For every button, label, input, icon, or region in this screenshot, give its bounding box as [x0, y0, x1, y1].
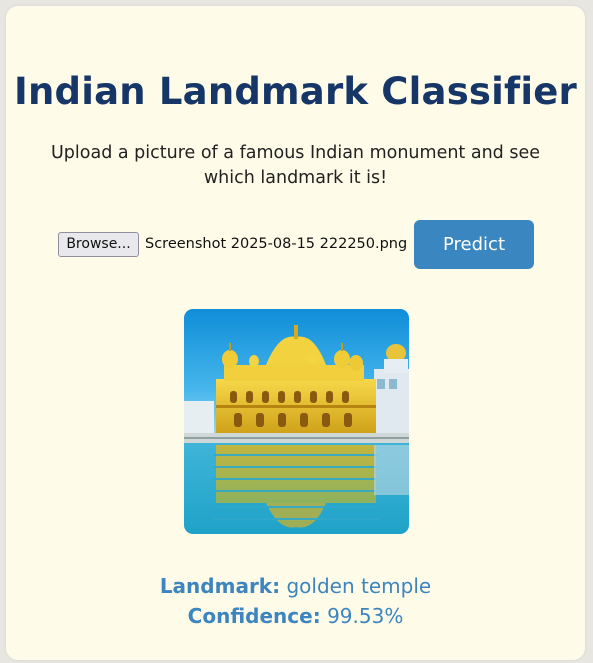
confidence-value: 99.53%	[327, 604, 404, 628]
landmark-label: Landmark:	[159, 574, 281, 598]
landmark-result: Landmark: golden temple	[6, 574, 585, 598]
browse-button[interactable]: Browse...	[58, 231, 139, 257]
main-card: Indian Landmark Classifier Upload a pict…	[6, 6, 585, 660]
page-subtitle: Upload a picture of a famous Indian monu…	[51, 143, 540, 188]
predict-button[interactable]: Predict	[414, 220, 534, 269]
confidence-result: Confidence: 99.53%	[6, 604, 585, 628]
file-input[interactable]: Browse... Screenshot 2025-08-15 222250.p…	[58, 220, 407, 268]
confidence-label: Confidence:	[187, 604, 321, 628]
uploaded-image-preview	[184, 309, 409, 534]
page-title: Indian Landmark Classifier	[14, 70, 577, 113]
selected-file-name: Screenshot 2025-08-15 222250.png	[145, 236, 408, 252]
landmark-value: golden temple	[286, 574, 432, 598]
